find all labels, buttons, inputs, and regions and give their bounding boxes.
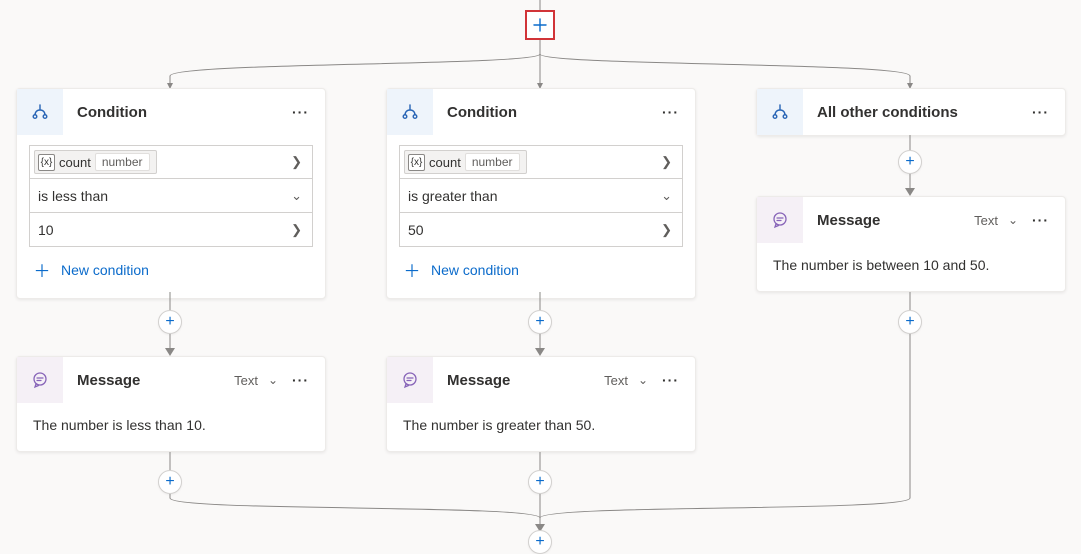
- message-type: Text: [604, 373, 628, 388]
- variable-token[interactable]: {x} count number: [404, 150, 527, 174]
- card-title: Message: [803, 212, 974, 229]
- add-node[interactable]: +: [898, 310, 922, 334]
- card-title: Condition: [433, 104, 654, 121]
- message-card[interactable]: Message Text ⌄ ··· The number is greater…: [386, 356, 696, 452]
- chevron-down-icon[interactable]: ⌄: [632, 373, 654, 387]
- variable-type: number: [95, 153, 150, 171]
- condition-card[interactable]: Condition ··· {x} count number ❯ is less…: [16, 88, 326, 299]
- message-icon: [757, 197, 803, 243]
- condition-variable-row[interactable]: {x} count number ❯: [29, 145, 313, 179]
- condition-value-row[interactable]: 10 ❯: [29, 213, 313, 247]
- condition-operator-row[interactable]: is greater than ⌄: [399, 179, 683, 213]
- add-node[interactable]: +: [158, 470, 182, 494]
- message-card[interactable]: Message Text ⌄ ··· The number is less th…: [16, 356, 326, 452]
- card-title: Message: [63, 372, 234, 389]
- chevron-right-icon[interactable]: ❯: [657, 222, 676, 238]
- operator-value: is greater than: [404, 188, 651, 204]
- connector: [540, 452, 541, 470]
- message-card[interactable]: Message Text ⌄ ··· The number is between…: [756, 196, 1066, 292]
- operator-value: is less than: [34, 188, 281, 204]
- add-node[interactable]: +: [528, 310, 552, 334]
- message-body[interactable]: The number is less than 10.: [17, 403, 325, 451]
- add-node-bottom[interactable]: +: [528, 530, 552, 554]
- connector: [910, 292, 911, 310]
- plus-icon: ＋: [403, 257, 421, 282]
- variable-icon: {x}: [408, 154, 425, 171]
- add-node[interactable]: +: [528, 470, 552, 494]
- connector: [540, 40, 541, 54]
- message-body[interactable]: The number is between 10 and 50.: [757, 243, 1065, 291]
- branch-icon: [387, 89, 433, 135]
- add-node[interactable]: +: [158, 310, 182, 334]
- condition-card[interactable]: Condition ··· {x} count number ❯ is grea…: [386, 88, 696, 299]
- branch-icon: [757, 89, 803, 135]
- plus-icon: [533, 18, 547, 32]
- connector: [540, 292, 541, 310]
- message-icon: [17, 357, 63, 403]
- chevron-down-icon[interactable]: ⌄: [1002, 213, 1024, 227]
- condition-card-other[interactable]: All other conditions ···: [756, 88, 1066, 136]
- message-type: Text: [234, 373, 258, 388]
- add-node[interactable]: +: [898, 150, 922, 174]
- condition-variable-row[interactable]: {x} count number ❯: [399, 145, 683, 179]
- more-menu[interactable]: ···: [1024, 104, 1057, 120]
- more-menu[interactable]: ···: [284, 104, 317, 120]
- connector: [910, 174, 911, 188]
- more-menu[interactable]: ···: [284, 372, 317, 388]
- new-condition-button[interactable]: ＋ New condition: [399, 247, 683, 284]
- variable-name: count: [59, 155, 91, 170]
- connector: [910, 135, 911, 150]
- connector: [910, 334, 911, 494]
- flow-canvas: Condition ··· {x} count number ❯ is less…: [0, 0, 1081, 553]
- chevron-right-icon[interactable]: ❯: [287, 222, 306, 238]
- connector: [170, 292, 171, 310]
- variable-icon: {x}: [38, 154, 55, 171]
- new-condition-label: New condition: [431, 262, 519, 278]
- message-icon: [387, 357, 433, 403]
- connector: [540, 334, 541, 348]
- connector: [170, 452, 171, 470]
- more-menu[interactable]: ···: [1024, 212, 1057, 228]
- chevron-right-icon[interactable]: ❯: [287, 154, 306, 170]
- new-condition-button[interactable]: ＋ New condition: [29, 247, 313, 284]
- card-title: Message: [433, 372, 604, 389]
- add-node-top[interactable]: [525, 10, 555, 40]
- comparison-value: 50: [404, 222, 651, 238]
- variable-type: number: [465, 153, 520, 171]
- chevron-right-icon[interactable]: ❯: [657, 154, 676, 170]
- arrow-icon: [535, 348, 545, 356]
- branch-icon: [17, 89, 63, 135]
- more-menu[interactable]: ···: [654, 104, 687, 120]
- message-type: Text: [974, 213, 998, 228]
- variable-token[interactable]: {x} count number: [34, 150, 157, 174]
- chevron-down-icon[interactable]: ⌄: [262, 373, 284, 387]
- variable-name: count: [429, 155, 461, 170]
- message-body[interactable]: The number is greater than 50.: [387, 403, 695, 451]
- comparison-value: 10: [34, 222, 281, 238]
- merge-connector: [0, 494, 1081, 534]
- arrow-icon: [905, 188, 915, 196]
- plus-icon: ＋: [33, 257, 51, 282]
- arrow-icon: [165, 348, 175, 356]
- new-condition-label: New condition: [61, 262, 149, 278]
- card-title: Condition: [63, 104, 284, 121]
- connector: [170, 334, 171, 348]
- condition-value-row[interactable]: 50 ❯: [399, 213, 683, 247]
- more-menu[interactable]: ···: [654, 372, 687, 388]
- card-title: All other conditions: [803, 104, 1024, 121]
- condition-operator-row[interactable]: is less than ⌄: [29, 179, 313, 213]
- chevron-down-icon[interactable]: ⌄: [287, 188, 306, 204]
- chevron-down-icon[interactable]: ⌄: [657, 188, 676, 204]
